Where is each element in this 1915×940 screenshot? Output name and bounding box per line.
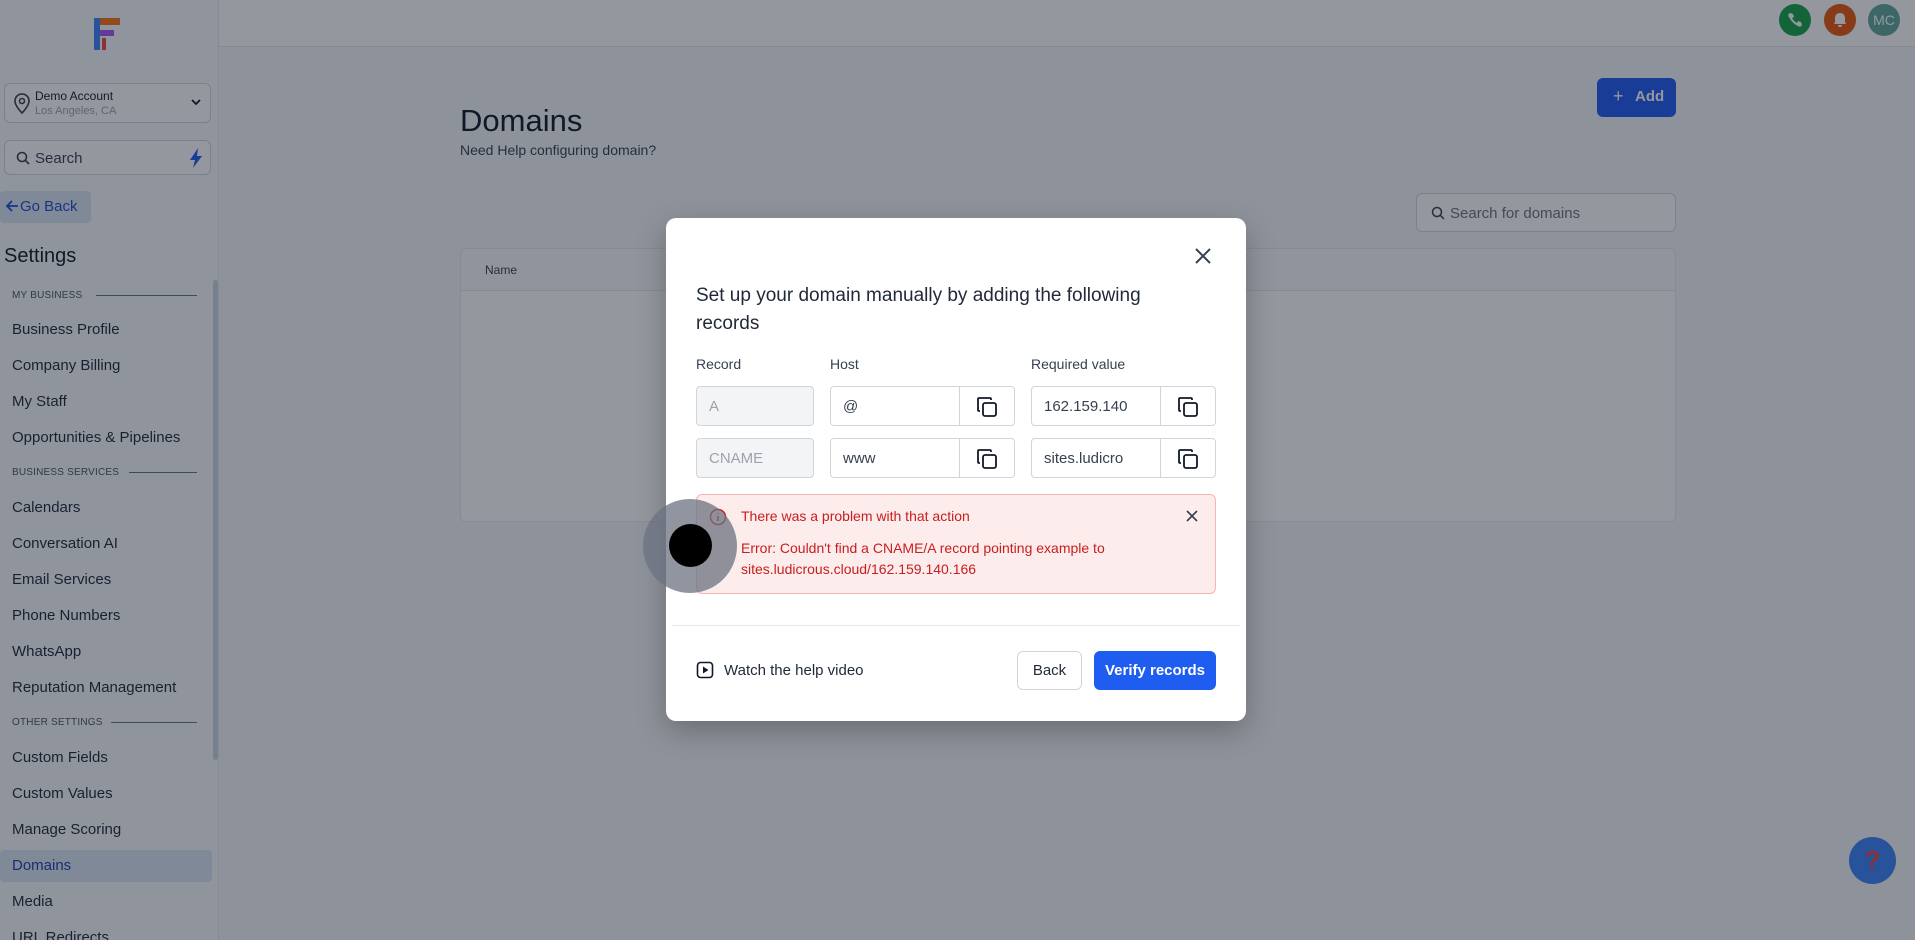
host-field[interactable]: www [830, 438, 960, 478]
copy-host-button[interactable] [959, 438, 1015, 478]
close-icon[interactable] [1185, 509, 1199, 523]
alert-title: There was a problem with that action [741, 508, 970, 524]
play-video-icon [696, 661, 714, 679]
copy-icon [977, 397, 997, 417]
back-button[interactable]: Back [1017, 651, 1082, 690]
modal-title: Set up your domain manually by adding th… [696, 285, 1141, 334]
copy-icon [977, 449, 997, 469]
host-field[interactable]: @ [830, 386, 960, 426]
value-column-header: Required value [1031, 356, 1126, 372]
alert-message: Error: Couldn't find a CNAME/A record po… [741, 540, 1105, 577]
help-video-label: Watch the help video [724, 662, 864, 679]
copy-icon [1178, 397, 1198, 417]
copy-value-button[interactable] [1160, 386, 1216, 426]
required-value-field[interactable]: sites.ludicro [1031, 438, 1161, 478]
verify-records-button[interactable]: Verify records [1094, 651, 1216, 690]
domain-setup-modal: Set up your domain manually by adding th… [666, 218, 1246, 721]
host-column-header: Host [830, 356, 859, 372]
modal-divider [672, 625, 1240, 626]
record-column-header: Record [696, 356, 742, 372]
close-icon[interactable] [1191, 244, 1215, 268]
required-value-field[interactable]: 162.159.140 [1031, 386, 1161, 426]
copy-value-button[interactable] [1160, 438, 1216, 478]
cursor-pointer [669, 524, 712, 567]
copy-icon [1178, 449, 1198, 469]
record-type-field: A [696, 386, 814, 426]
copy-host-button[interactable] [959, 386, 1015, 426]
record-type-field: CNAME [696, 438, 814, 478]
error-alert: There was a problem with that action Err… [696, 494, 1216, 594]
